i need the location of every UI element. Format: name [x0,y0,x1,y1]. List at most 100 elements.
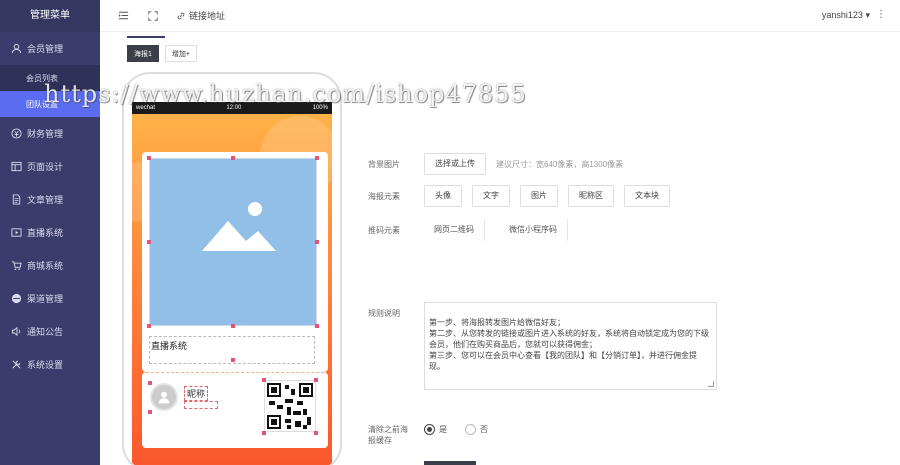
qr-elements-label: 推码元素 [368,225,400,235]
resize-handle[interactable] [147,156,151,160]
poster-image-element[interactable] [149,158,317,326]
link-address-label: 链接地址 [189,11,226,21]
sidebar-item-page-design[interactable]: 页面设计 [0,150,100,183]
speaker-icon [10,325,23,338]
poster-caption: 直播系统 [151,341,188,351]
sidebar-item-label: 财务管理 [27,129,64,139]
menu-collapse-icon[interactable] [116,9,130,23]
qr-code-icon [265,381,315,431]
resize-handle[interactable] [315,240,319,244]
add-image-button[interactable]: 图片 [520,185,558,207]
video-icon [10,226,23,239]
resize-handle[interactable] [231,358,235,362]
subtext-element[interactable] [184,401,218,409]
document-icon [10,193,23,206]
sidebar-item-label: 系统设置 [27,360,64,370]
avatar-placeholder[interactable] [150,383,178,411]
save-button[interactable] [424,461,476,465]
sidebar-item-label: 页面设计 [27,162,64,172]
link-address-button[interactable]: 链接地址 [176,9,225,22]
resize-handle[interactable] [231,324,235,328]
cart-icon [10,259,23,272]
poster-elements-label: 海报元素 [368,191,400,201]
sidebar-item-label: 直播系统 [27,228,64,238]
layout-icon [10,160,23,173]
battery-label: 100% [312,105,328,111]
sidebar-item-label: 文章管理 [27,195,64,205]
rules-label-row: 规则说明 [368,308,420,319]
qr-code-element[interactable] [264,380,316,432]
resize-handle[interactable] [314,378,318,382]
top-bar: 链接地址 yanshi123 ▾ ⋮ [100,0,900,32]
sidebar-item-articles[interactable]: 文章管理 [0,183,100,216]
radio-checked-icon [424,424,435,435]
finance-icon [10,127,23,140]
add-miniprogram-qr-button[interactable]: 微信小程序码 [499,219,568,241]
sidebar-item-live[interactable]: 直播系统 [0,216,100,249]
resize-handle[interactable] [147,324,151,328]
rules-textarea[interactable]: 第一步、将海报转发图片给微信好友； 第二步、从您转发的链接或图片进入系统的好友，… [424,302,717,390]
qr-elements-row: 推码元素 网页二维码 微信小程序码 [368,219,568,241]
sidebar-item-label: 渠道管理 [27,294,64,304]
sidebar-item-notices[interactable]: 通知公告 [0,315,100,348]
clear-cache-row: 清除之前海报缓存 是 否 [368,424,506,446]
sidebar-subitem-member-list[interactable]: 会员列表 [0,65,100,91]
resize-handle[interactable] [315,156,319,160]
sidebar-item-label: 通知公告 [27,327,64,337]
radio-unchecked-icon [465,424,476,435]
sidebar-subitem-team-settings[interactable]: 团队设置 [0,91,100,117]
nickname-element[interactable]: 昵称 [184,386,209,401]
link-icon [177,12,185,19]
add-avatar-button[interactable]: 头像 [424,185,462,207]
background-image-label: 背景图片 [368,159,400,169]
add-textblock-button[interactable]: 文本块 [624,185,670,207]
sidebar-item-mall[interactable]: 商城系统 [0,249,100,282]
phone-status-bar: wechat 12:00 100% [132,102,332,114]
resize-handle[interactable] [314,431,318,435]
user-icon [158,391,170,404]
sidebar-item-channels[interactable]: 渠道管理 [0,282,100,315]
user-icon [10,42,23,55]
tools-icon [10,358,23,371]
sidebar-item-system-settings[interactable]: 系统设置 [0,348,100,381]
resize-handle[interactable] [147,240,151,244]
radio-no-label: 否 [480,425,488,434]
rules-text: 第一步、将海报转发图片给微信好友； 第二步、从您转发的链接或图片进入系统的好友，… [429,318,709,371]
poster-elements-row: 海报元素 头像 文字 图片 昵称区 文本块 [368,185,680,207]
user-menu[interactable]: yanshi123 ▾ [822,10,870,21]
tab-add[interactable]: 增加+ [164,45,197,62]
resize-handle[interactable] [148,381,152,385]
background-image-row: 背景图片 选择或上传 建议尺寸：宽640像素，高1300像素 [368,153,623,175]
add-web-qr-button[interactable]: 网页二维码 [424,219,485,241]
background-size-hint: 建议尺寸：宽640像素，高1300像素 [496,159,624,169]
clear-cache-yes-radio[interactable]: 是 [424,424,447,435]
clear-cache-no-radio[interactable]: 否 [465,424,488,435]
add-text-button[interactable]: 文字 [472,185,510,207]
tab-indicator [127,36,165,38]
rules-label: 规则说明 [368,309,400,318]
poster-tabs: 海报1 增加+ [127,45,203,62]
channel-icon [10,292,23,305]
username: yanshi123 [821,10,863,20]
resize-handle[interactable] [262,431,266,435]
add-nickname-button[interactable]: 昵称区 [568,185,614,207]
radio-yes-label: 是 [439,425,447,434]
sidebar-item-finance[interactable]: 财务管理 [0,117,100,150]
image-placeholder-icon [202,202,276,251]
resize-handle[interactable] [262,378,266,382]
carrier-label: wechat [136,105,156,111]
sidebar-title: 管理菜单 [0,0,100,32]
resize-handle[interactable] [315,324,319,328]
resize-handle[interactable] [231,156,235,160]
sidebar-item-label: 商城系统 [27,261,64,271]
tab-poster-1[interactable]: 海报1 [127,45,159,62]
resize-grip-icon[interactable] [708,381,714,387]
chevron-down-icon: ▾ [865,10,870,20]
clock-label: 12:00 [226,105,242,111]
upload-button[interactable]: 选择或上传 [424,153,486,175]
sidebar-item-label: 会员管理 [27,44,64,54]
fullscreen-icon[interactable] [146,9,160,23]
more-vertical-icon[interactable]: ⋮ [876,9,886,20]
sidebar-item-members[interactable]: 会员管理 [0,32,100,65]
resize-handle[interactable] [148,410,152,414]
